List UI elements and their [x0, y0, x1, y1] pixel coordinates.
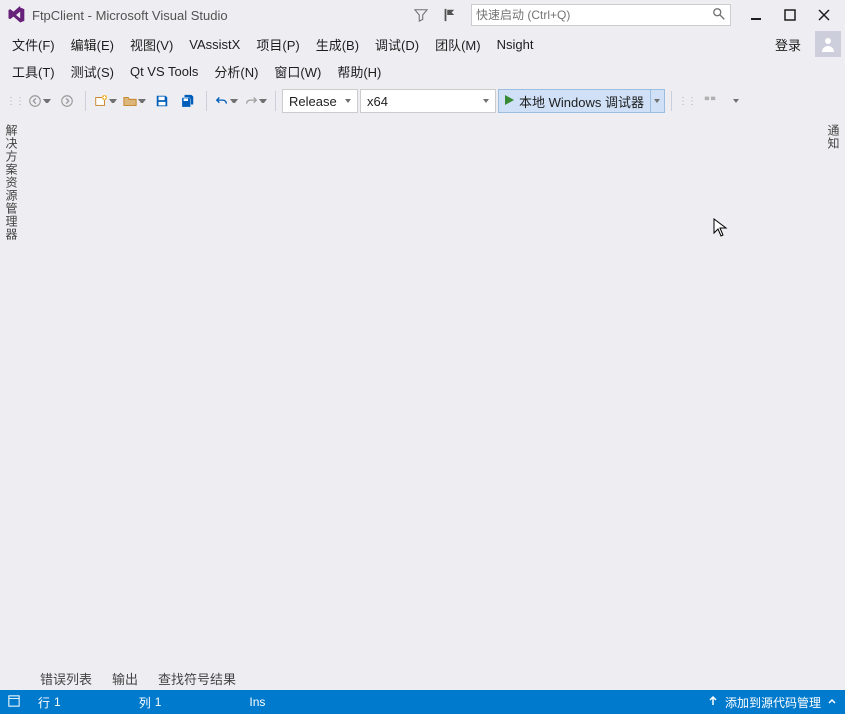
- solution-explorer-tab[interactable]: 解决方案资源管理器: [0, 118, 23, 666]
- menu-window[interactable]: 窗口(W): [266, 58, 329, 85]
- quick-launch-field[interactable]: [476, 8, 712, 22]
- filter-icon[interactable]: [409, 3, 433, 27]
- menu-build[interactable]: 生成(B): [308, 31, 367, 58]
- play-icon: [503, 94, 515, 109]
- nav-forward-button[interactable]: [55, 89, 79, 113]
- start-debug-button[interactable]: 本地 Windows 调试器: [498, 89, 651, 113]
- minimize-button[interactable]: [741, 3, 771, 27]
- tab-output[interactable]: 输出: [102, 666, 148, 691]
- config-combo[interactable]: Release: [282, 89, 358, 113]
- title-bar: FtpClient - Microsoft Visual Studio: [0, 0, 845, 30]
- tab-find-symbol[interactable]: 查找符号结果: [148, 666, 246, 691]
- menu-bar-1: 文件(F) 编辑(E) 视图(V) VAssistX 项目(P) 生成(B) 调…: [0, 30, 845, 58]
- platform-combo[interactable]: x64: [360, 89, 496, 113]
- new-project-button[interactable]: [92, 89, 119, 113]
- menu-test[interactable]: 测试(S): [63, 58, 122, 85]
- window-title: FtpClient - Microsoft Visual Studio: [32, 8, 228, 23]
- menu-nsight[interactable]: Nsight: [489, 33, 542, 56]
- chevron-down-icon: [345, 99, 351, 103]
- chevron-down-icon: [483, 99, 489, 103]
- platform-value: x64: [367, 94, 388, 109]
- source-control-button[interactable]: 添加到源代码管理: [725, 694, 821, 711]
- menu-help[interactable]: 帮助(H): [329, 58, 389, 85]
- notifications-flag-icon[interactable]: [437, 3, 461, 27]
- menu-qt[interactable]: Qt VS Tools: [122, 60, 206, 83]
- chevron-up-icon[interactable]: [827, 695, 837, 709]
- save-button[interactable]: [150, 89, 174, 113]
- save-all-button[interactable]: [176, 89, 200, 113]
- workspace: 解决方案资源管理器 通知: [0, 118, 845, 666]
- toolbar-separator: [206, 91, 207, 111]
- menu-analyze[interactable]: 分析(N): [206, 58, 266, 85]
- nav-back-button[interactable]: [26, 89, 53, 113]
- status-column[interactable]: 列 1: [139, 694, 162, 711]
- maximize-button[interactable]: [775, 3, 805, 27]
- login-link[interactable]: 登录: [767, 31, 809, 58]
- undo-button[interactable]: [213, 89, 240, 113]
- bottom-tabs: 错误列表 输出 查找符号结果: [0, 666, 845, 690]
- menu-team[interactable]: 团队(M): [427, 31, 489, 58]
- user-avatar-icon[interactable]: [815, 31, 841, 57]
- menu-edit[interactable]: 编辑(E): [63, 31, 122, 58]
- main-toolbar: ⋮⋮ Release x64: [0, 84, 845, 118]
- mouse-cursor-icon: [713, 218, 729, 241]
- menu-bar-2: 工具(T) 测试(S) Qt VS Tools 分析(N) 窗口(W) 帮助(H…: [0, 58, 845, 84]
- notifications-tab[interactable]: 通知: [822, 118, 845, 666]
- redo-button[interactable]: [242, 89, 269, 113]
- grip-icon: ⋮⋮: [6, 96, 24, 107]
- vs-logo-icon: [6, 5, 26, 25]
- start-debug-dropdown[interactable]: [651, 89, 665, 113]
- quick-launch-input[interactable]: [471, 4, 731, 26]
- menu-file[interactable]: 文件(F): [4, 31, 63, 58]
- debug-label: 本地 Windows 调试器: [519, 92, 644, 111]
- menu-debug[interactable]: 调试(D): [367, 31, 427, 58]
- open-file-button[interactable]: [121, 89, 148, 113]
- tab-error-list[interactable]: 错误列表: [30, 666, 102, 691]
- toolbar-options-button[interactable]: [724, 89, 748, 113]
- menu-project[interactable]: 项目(P): [248, 31, 307, 58]
- start-debug-group: 本地 Windows 调试器: [498, 89, 665, 113]
- config-value: Release: [289, 94, 337, 109]
- overflow-button[interactable]: [698, 89, 722, 113]
- status-line[interactable]: 行 1: [38, 694, 61, 711]
- publish-icon[interactable]: [707, 695, 719, 710]
- status-ins[interactable]: Ins: [249, 695, 265, 709]
- menu-vassistx[interactable]: VAssistX: [181, 33, 248, 56]
- toolbar-separator: [275, 91, 276, 111]
- menu-tools[interactable]: 工具(T): [4, 58, 63, 85]
- status-bar: 行 1 列 1 Ins 添加到源代码管理: [0, 690, 845, 714]
- chevron-down-icon: [654, 99, 660, 103]
- toolbar-separator: [85, 91, 86, 111]
- search-icon[interactable]: [712, 7, 726, 24]
- grip-icon: ⋮⋮: [678, 96, 696, 107]
- window-layout-icon[interactable]: [8, 695, 20, 710]
- menu-view[interactable]: 视图(V): [122, 31, 181, 58]
- close-button[interactable]: [809, 3, 839, 27]
- toolbar-separator: [671, 91, 672, 111]
- editor-area: [23, 118, 822, 666]
